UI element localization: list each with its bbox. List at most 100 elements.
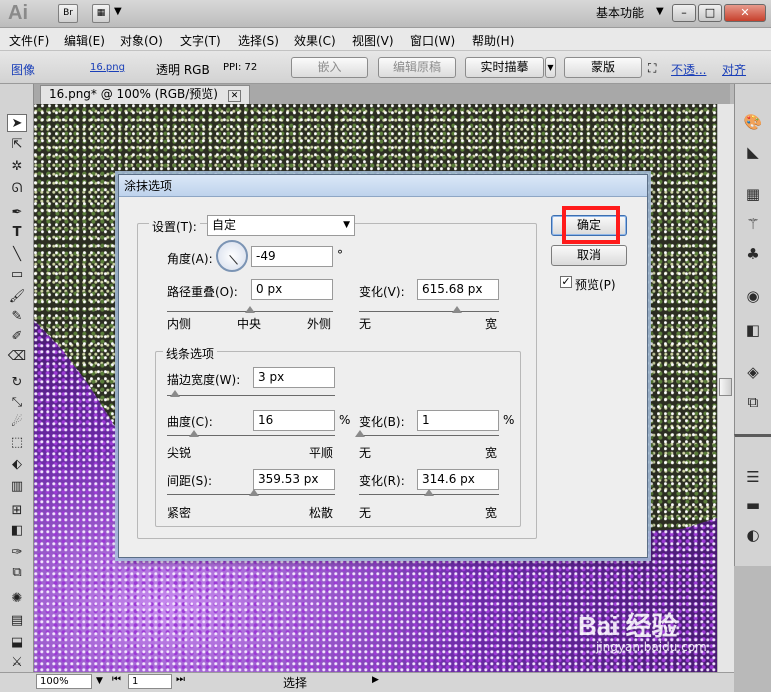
- transform-icon[interactable]: ⛶: [648, 61, 656, 76]
- stroke-width-field[interactable]: 3 px: [253, 367, 335, 388]
- baidu-watermark: Bai 经验: [578, 611, 678, 641]
- stroke-width-slider-handle[interactable]: [170, 390, 181, 397]
- scale-tool-icon[interactable]: ⤡: [7, 394, 27, 412]
- variation-v-slider-track[interactable]: [359, 311, 499, 312]
- spacing-slider-handle[interactable]: [249, 489, 260, 496]
- menu-help[interactable]: 帮助(H): [472, 32, 514, 49]
- file-link[interactable]: 16.png: [90, 62, 125, 73]
- path-overlap-field[interactable]: 0 px: [251, 279, 333, 300]
- bridge-button[interactable]: Br: [58, 4, 78, 23]
- maximize-button[interactable]: □: [698, 4, 722, 22]
- gradient-tool-icon[interactable]: ◧: [7, 522, 27, 540]
- blend-tool-icon[interactable]: ⧉: [7, 564, 27, 582]
- layers-icon[interactable]: ◈: [742, 362, 764, 382]
- menu-view[interactable]: 视图(V): [352, 32, 394, 49]
- eraser-tool-icon[interactable]: ⌫: [7, 348, 27, 366]
- variation-b-slider-handle[interactable]: [355, 430, 366, 437]
- workspace-switcher[interactable]: 基本功能: [596, 4, 644, 21]
- magic-wand-tool-icon[interactable]: ✲: [7, 158, 27, 176]
- close-button[interactable]: ✕: [724, 4, 766, 22]
- menu-object[interactable]: 对象(O): [120, 32, 163, 49]
- eyedropper-tool-icon[interactable]: ✑: [7, 544, 27, 562]
- menu-file[interactable]: 文件(F): [9, 32, 49, 49]
- variation-r-field[interactable]: 314.6 px: [417, 469, 499, 490]
- free-transform-tool-icon[interactable]: ⬚: [7, 434, 27, 452]
- menu-edit[interactable]: 编辑(E): [64, 32, 105, 49]
- paintbrush-tool-icon[interactable]: 🖌: [7, 288, 27, 306]
- current-tool-status[interactable]: 选择: [283, 674, 307, 691]
- direct-selection-tool-icon[interactable]: ⇱: [7, 136, 27, 154]
- curviness-field[interactable]: 16: [253, 410, 335, 431]
- transform-panel-icon[interactable]: ▬: [742, 495, 764, 515]
- warp-tool-icon[interactable]: ☄: [7, 414, 27, 432]
- menu-select[interactable]: 选择(S): [238, 32, 279, 49]
- swatches-icon[interactable]: ▦: [742, 184, 764, 204]
- preview-checkbox[interactable]: ✓: [560, 276, 572, 288]
- line-tool-icon[interactable]: ╲: [7, 246, 27, 264]
- edit-original-button[interactable]: 编辑原稿: [378, 57, 456, 78]
- rotate-tool-icon[interactable]: ↻: [7, 374, 27, 392]
- vertical-scrollbar-thumb[interactable]: [719, 378, 732, 396]
- shape-builder-tool-icon[interactable]: ⬖: [7, 456, 27, 474]
- transparency-icon[interactable]: ◧: [742, 320, 764, 340]
- workspace-dropdown-icon[interactable]: ▼: [656, 6, 664, 17]
- angle-dial[interactable]: [216, 240, 248, 272]
- spacing-field[interactable]: 359.53 px: [253, 469, 335, 490]
- pen-tool-icon[interactable]: ✒: [7, 204, 27, 222]
- rectangle-tool-icon[interactable]: ▭: [7, 266, 27, 284]
- status-menu-icon[interactable]: ▶: [372, 675, 379, 685]
- preview-label[interactable]: 预览(P): [575, 276, 616, 293]
- artboard-tool-icon[interactable]: ⬓: [7, 634, 27, 652]
- zoom-dropdown-icon[interactable]: ▼: [96, 676, 103, 686]
- curviness-slider-handle[interactable]: [188, 430, 199, 437]
- angle-field[interactable]: -49: [251, 246, 333, 267]
- zoom-field[interactable]: 100%: [36, 674, 92, 689]
- menu-effect[interactable]: 效果(C): [294, 32, 336, 49]
- pathfinder-icon[interactable]: ◐: [742, 525, 764, 545]
- column-graph-tool-icon[interactable]: ▤: [7, 612, 27, 630]
- graph-tool-icon[interactable]: ▥: [7, 478, 27, 496]
- mesh-tool-icon[interactable]: ⊞: [7, 502, 27, 520]
- next-page-icon[interactable]: ⏭: [176, 674, 185, 685]
- embed-button[interactable]: 嵌入: [291, 57, 368, 78]
- stroke-icon[interactable]: ◉: [742, 286, 764, 306]
- trace-options-dropdown-icon[interactable]: ▼: [545, 57, 556, 78]
- stroke-width-slider-track[interactable]: [167, 395, 335, 396]
- settings-select[interactable]: 自定 ▼: [207, 215, 355, 236]
- minimize-button[interactable]: –: [672, 4, 696, 22]
- align-panel-icon[interactable]: ☰: [742, 467, 764, 487]
- cancel-button[interactable]: 取消: [551, 245, 627, 266]
- document-tab[interactable]: 16.png* @ 100% (RGB/预览) ✕: [40, 85, 251, 104]
- brushes-icon[interactable]: ⚚: [742, 214, 764, 234]
- menu-window[interactable]: 窗口(W): [410, 32, 455, 49]
- arrange-dropdown-icon[interactable]: ▼: [114, 6, 122, 17]
- align-link[interactable]: 对齐: [722, 61, 746, 78]
- color-guide-icon[interactable]: ◣: [742, 142, 764, 162]
- variation-r-slider-handle[interactable]: [424, 489, 434, 496]
- mask-button[interactable]: 蒙版: [564, 57, 642, 78]
- ok-button[interactable]: 确定: [551, 215, 627, 236]
- pencil-tool-icon[interactable]: ✎: [7, 308, 27, 326]
- lasso-tool-icon[interactable]: ᘏ: [7, 180, 27, 198]
- path-overlap-slider-handle[interactable]: [245, 306, 255, 313]
- blob-brush-tool-icon[interactable]: ✐: [7, 328, 27, 346]
- variation-b-slider-track[interactable]: [359, 435, 499, 436]
- selection-tool-icon[interactable]: ➤: [7, 114, 27, 132]
- document-tab-close-icon[interactable]: ✕: [227, 90, 242, 102]
- symbols-icon[interactable]: ♣: [742, 244, 764, 264]
- color-panel-icon[interactable]: 🎨: [742, 112, 764, 132]
- symbol-sprayer-tool-icon[interactable]: ✺: [7, 590, 27, 608]
- opacity-link[interactable]: 不透...: [671, 61, 706, 78]
- type-tool-icon[interactable]: T: [7, 224, 27, 242]
- artboards-icon[interactable]: ⧉: [742, 392, 764, 412]
- first-page-icon[interactable]: ⏮: [112, 674, 121, 685]
- variation-v-slider-handle[interactable]: [452, 306, 462, 313]
- slice-tool-icon[interactable]: ⚔: [7, 654, 27, 672]
- variation-v-field[interactable]: 615.68 px: [417, 279, 499, 300]
- stroke-width-label: 描边宽度(W):: [167, 373, 241, 387]
- menu-type[interactable]: 文字(T): [180, 32, 221, 49]
- live-trace-button[interactable]: 实时描摹: [465, 57, 544, 78]
- page-field[interactable]: 1: [128, 674, 172, 689]
- arrange-documents-icon[interactable]: ▦: [92, 4, 110, 23]
- variation-b-field[interactable]: 1: [417, 410, 499, 431]
